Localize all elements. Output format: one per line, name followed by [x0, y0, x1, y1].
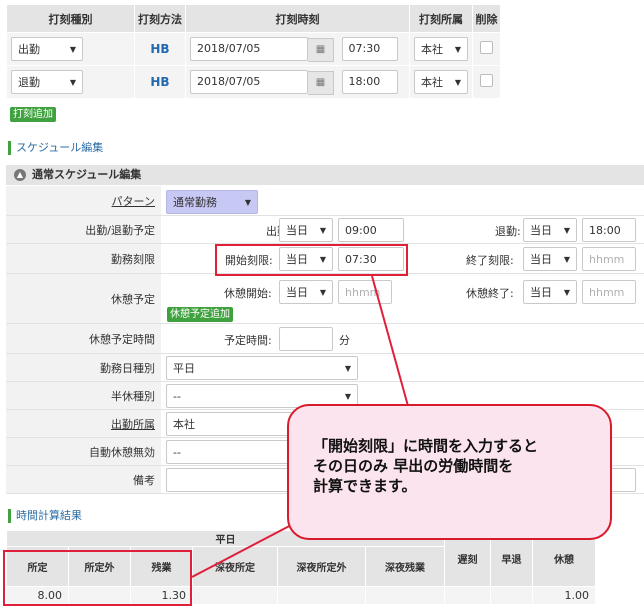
callout-line: 計算できます。 — [313, 477, 417, 495]
callout-line: 「開始刻限」に時間を入力すると — [313, 437, 539, 455]
start-limit-highlight — [215, 244, 408, 276]
result-highlight — [3, 550, 192, 606]
callout-line: その日のみ 早出の労働時間を — [313, 457, 514, 475]
callout-bubble: 「開始刻限」に時間を入力すると その日のみ 早出の労働時間を 計算できます。 — [287, 404, 612, 540]
